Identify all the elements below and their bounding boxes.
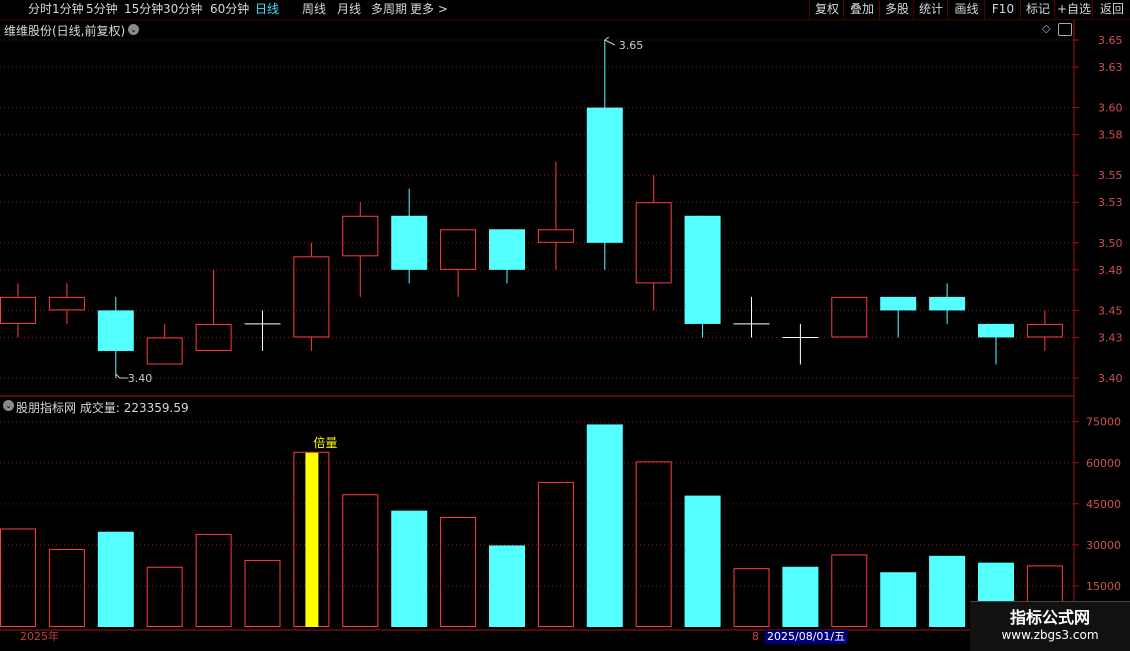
candle-body xyxy=(831,296,868,338)
candle-body xyxy=(635,202,672,284)
low-marker-arrow xyxy=(115,373,128,379)
price-tick-label: 3.58 xyxy=(1098,129,1123,142)
date-marker: 8 xyxy=(752,630,759,643)
candle-body xyxy=(684,215,721,324)
volume-bar xyxy=(635,461,672,627)
high-marker-label: 3.65 xyxy=(619,39,644,52)
price-tick-label: 3.55 xyxy=(1098,169,1123,182)
cursor-date: 2025/08/01/五 xyxy=(765,630,848,644)
volume-tick-label: 60000 xyxy=(1086,457,1121,470)
high-marker-arrow xyxy=(604,36,616,46)
volume-tick-label: 15000 xyxy=(1086,580,1121,593)
volume-bar-highlight xyxy=(305,452,319,627)
volume-bar xyxy=(391,510,428,627)
volume-tick-label: 45000 xyxy=(1086,498,1121,511)
candle-body xyxy=(537,229,574,243)
volume-bar xyxy=(342,494,379,628)
volume-bar xyxy=(733,568,770,627)
volume-bar xyxy=(244,559,281,628)
price-tick-label: 3.53 xyxy=(1098,196,1123,209)
price-tick-label: 3.45 xyxy=(1098,304,1123,317)
volume-bar xyxy=(831,554,868,627)
price-tick-label: 3.50 xyxy=(1098,237,1123,250)
candle-body xyxy=(440,229,477,270)
price-tick-label: 3.60 xyxy=(1098,102,1123,115)
watermark-url: www.zbgs3.com xyxy=(1001,628,1099,642)
candle-body xyxy=(489,229,525,270)
candle-body xyxy=(929,296,966,311)
candle-body xyxy=(0,296,36,324)
price-tick-label: 3.43 xyxy=(1098,331,1123,344)
volume-bar xyxy=(880,572,917,627)
volume-bar xyxy=(929,555,966,627)
price-tick-label: 3.40 xyxy=(1098,372,1123,385)
volume-bar xyxy=(586,424,623,627)
price-tick-label: 3.48 xyxy=(1098,264,1123,277)
low-marker-label: 3.40 xyxy=(128,372,153,385)
volume-bar xyxy=(782,566,819,627)
volume-tick-label: 75000 xyxy=(1086,416,1121,429)
volume-bar xyxy=(48,548,85,628)
candle-body xyxy=(586,107,623,243)
candle-body xyxy=(880,296,917,311)
candle-body xyxy=(978,323,1014,338)
candle-body xyxy=(195,323,232,351)
chart-canvas[interactable]: 3.65 3.63 3.60 3.58 3.55 3.53 3.50 3.48 3.45 3.43… xyxy=(0,0,1130,650)
price-tick-label: 3.65 xyxy=(1098,34,1123,47)
candle-body xyxy=(48,296,85,311)
volume-annotation: 倍量 xyxy=(313,435,337,450)
year-label: 2025年 xyxy=(20,630,59,643)
candle-body xyxy=(146,337,183,365)
candle-body xyxy=(342,215,379,257)
candle-body xyxy=(391,215,428,270)
watermark: 指标公式网 www.zbgs3.com xyxy=(970,601,1130,651)
candle-body xyxy=(1026,323,1063,338)
volume-bar xyxy=(0,528,36,628)
watermark-title: 指标公式网 xyxy=(1009,608,1090,627)
price-tick-label: 3.63 xyxy=(1098,61,1123,74)
volume-bar xyxy=(440,516,477,628)
volume-bar xyxy=(489,545,525,627)
volume-bar xyxy=(146,566,183,628)
volume-bar xyxy=(684,495,721,627)
volume-tick-label: 30000 xyxy=(1086,539,1121,552)
candle-body xyxy=(97,310,134,351)
volume-bar xyxy=(97,531,134,627)
candle-body xyxy=(293,256,330,338)
volume-bar xyxy=(195,533,232,627)
